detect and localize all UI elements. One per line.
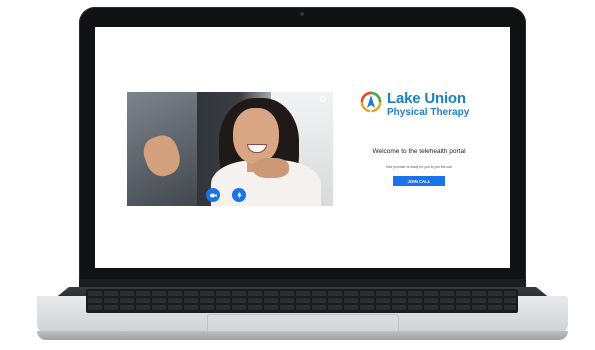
key-row xyxy=(88,298,516,303)
keyboard xyxy=(86,289,518,313)
laptop-hinge xyxy=(79,279,526,287)
person-face xyxy=(233,108,279,164)
gear-icon[interactable]: ⚙ xyxy=(319,95,327,104)
key-row xyxy=(88,291,516,296)
microphone-icon xyxy=(236,192,242,198)
provider-status-text: Your provider is ready for you to join t… xyxy=(385,165,453,169)
clinic-logo: Lake Union Physical Therapy xyxy=(360,90,484,124)
laptop-screen: ⚙ Lake Union Physical Therapy Welcome to… xyxy=(95,27,510,268)
resting-hand xyxy=(253,158,289,178)
camera-toggle-button[interactable] xyxy=(206,188,220,202)
join-call-button[interactable]: JOIN CALL xyxy=(393,176,445,186)
video-camera-icon xyxy=(209,193,217,197)
laptop-lid: ⚙ Lake Union Physical Therapy Welcome to… xyxy=(79,7,526,286)
clinic-name-line2: Physical Therapy xyxy=(387,107,470,118)
key-row xyxy=(88,305,516,310)
compass-logo-icon xyxy=(360,91,382,113)
video-preview: ⚙ xyxy=(127,92,333,206)
webcam xyxy=(300,12,304,16)
clinic-name-line1: Lake Union xyxy=(387,90,466,107)
welcome-heading: Welcome to the telehealth portal xyxy=(372,148,466,155)
microphone-toggle-button[interactable] xyxy=(232,188,246,202)
laptop-base-edge xyxy=(37,331,568,340)
